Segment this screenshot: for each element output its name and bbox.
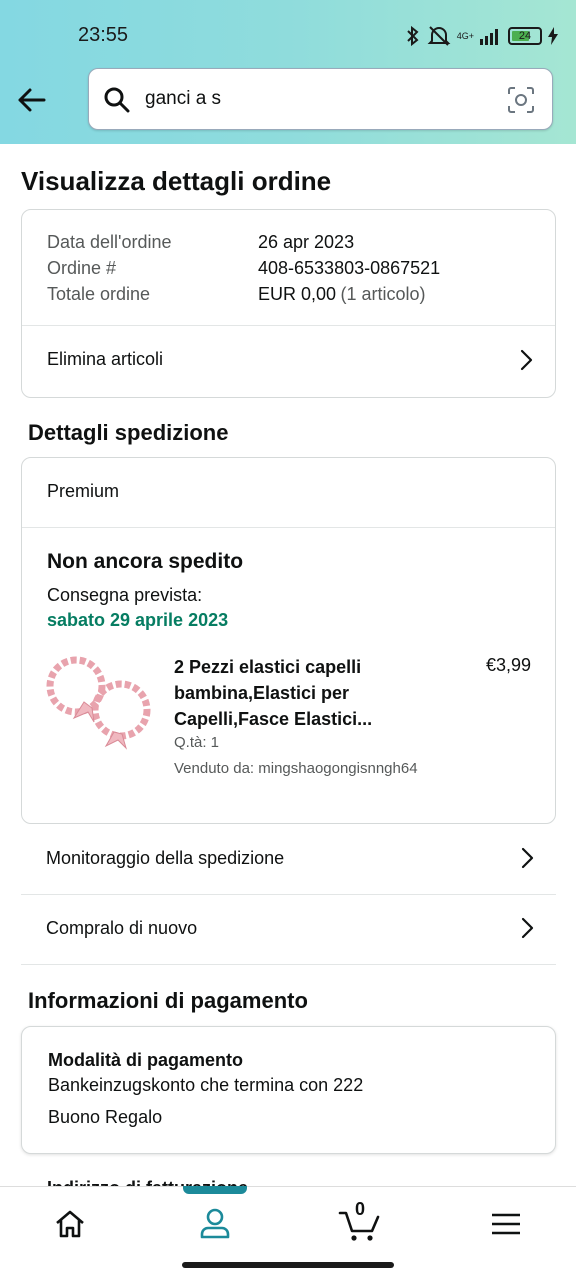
account-icon[interactable] xyxy=(199,1207,231,1239)
chevron-right-icon xyxy=(521,847,534,869)
track-shipment-label: Monitoraggio della spedizione xyxy=(46,848,285,868)
shipping-card: Premium Non ancora spedito Consegna prev… xyxy=(21,457,556,824)
order-summary-card: Data dell'ordine 26 apr 2023 Ordine # 40… xyxy=(21,209,556,398)
divider xyxy=(22,527,555,528)
product-title[interactable]: 2 Pezzi elastici capelli bambina,Elastic… xyxy=(174,654,372,732)
payment-method-account: Bankeinzugskonto che termina con 222 xyxy=(48,1075,364,1095)
search-query: ganci a s xyxy=(145,88,222,109)
order-total-label: Totale ordine xyxy=(47,284,151,304)
buy-again-label: Compralo di nuovo xyxy=(46,918,198,938)
cart-button[interactable]: 0 xyxy=(338,1199,382,1243)
mute-alarm-icon xyxy=(427,26,451,46)
buy-again-row[interactable]: Compralo di nuovo xyxy=(21,895,556,964)
divider xyxy=(21,964,556,965)
charging-icon xyxy=(548,27,558,45)
gesture-home-bar[interactable] xyxy=(182,1262,394,1268)
chevron-right-icon xyxy=(521,917,534,939)
menu-icon[interactable] xyxy=(491,1212,521,1236)
order-date-value: 26 apr 2023 xyxy=(258,232,355,252)
home-icon[interactable] xyxy=(54,1209,86,1239)
search-icon[interactable] xyxy=(103,86,131,114)
product-title-line: bambina,Elastici per xyxy=(174,683,350,703)
page-title: Visualizza dettagli ordine xyxy=(21,166,332,196)
product-title-line: Capelli,Fasce Elastici... xyxy=(174,709,373,729)
order-number-value: 408-6533803-0867521 xyxy=(258,258,441,278)
order-total-value: EUR 0,00 xyxy=(258,284,337,304)
signal-icon xyxy=(480,29,498,45)
bottom-navigation: 0 xyxy=(0,1186,576,1258)
delete-items-row[interactable]: Elimina articoli xyxy=(22,326,555,398)
search-input[interactable]: ganci a s xyxy=(88,68,553,130)
back-arrow-icon[interactable] xyxy=(14,82,50,118)
product-title-line: 2 Pezzi elastici capelli xyxy=(174,657,362,677)
order-date-row: Data dell'ordine xyxy=(47,232,172,253)
payment-method-card: Modalità di pagamento Bankeinzugskonto c… xyxy=(21,1026,556,1154)
order-date-label: Data dell'ordine xyxy=(47,232,172,252)
shipping-section-title: Dettagli spedizione xyxy=(28,420,229,445)
battery-icon: 24 xyxy=(508,27,542,45)
product-quantity: Q.tà: 1 xyxy=(174,734,220,751)
delivery-date: sabato 29 aprile 2023 xyxy=(47,610,229,630)
status-time: 23:55 xyxy=(78,24,129,46)
app-header: 23:55 4G+ 24 ganci a s xyxy=(0,0,576,144)
bluetooth-icon xyxy=(407,25,419,47)
network-indicator: 4G+ xyxy=(456,30,474,41)
battery-level: 24 xyxy=(518,30,532,42)
status-icons: 4G+ 24 xyxy=(405,24,558,48)
product-image[interactable] xyxy=(44,650,154,750)
payment-method-gift-card: Buono Regalo xyxy=(48,1107,163,1127)
payment-method-title: Modalità di pagamento xyxy=(48,1050,244,1070)
order-item-count: (1 articolo) xyxy=(340,284,426,304)
network-type: 4G+ xyxy=(456,30,474,41)
camera-scan-icon[interactable] xyxy=(506,85,536,115)
order-number-label: Ordine # xyxy=(47,258,117,278)
delete-items-label: Elimina articoli xyxy=(47,349,164,369)
order-total: EUR 0,00 (1 articolo) xyxy=(258,284,426,305)
product-seller[interactable]: Venduto da: mingshaogongisnngh64 xyxy=(174,760,418,777)
delivery-label: Consegna prevista: xyxy=(47,585,203,605)
shipping-service: Premium xyxy=(47,481,120,501)
cart-count: 0 xyxy=(355,1199,366,1219)
shipment-status: Non ancora spedito xyxy=(47,550,244,573)
track-shipment-row[interactable]: Monitoraggio della spedizione xyxy=(21,825,556,894)
product-price: €3,99 xyxy=(485,655,531,675)
payment-section-title: Informazioni di pagamento xyxy=(28,988,308,1013)
active-tab-indicator xyxy=(183,1186,247,1194)
chevron-right-icon xyxy=(520,349,533,371)
